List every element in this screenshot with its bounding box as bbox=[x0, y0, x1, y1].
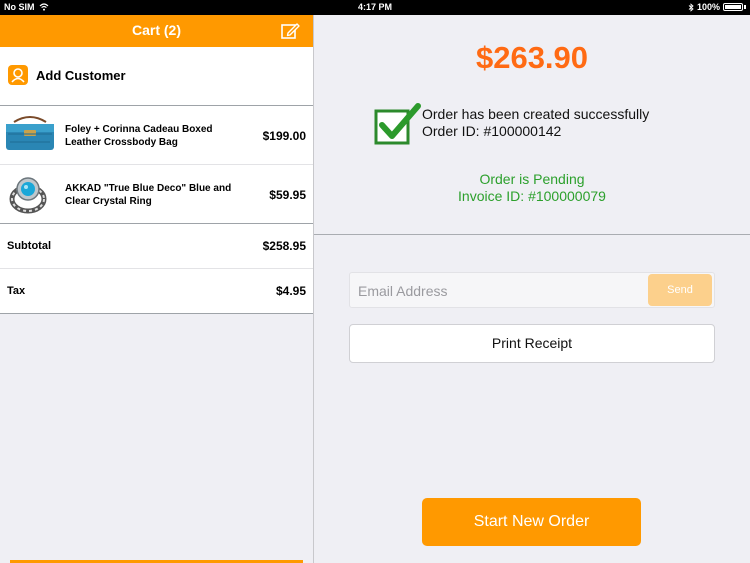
cart-totals: Subtotal $258.95 Tax $4.95 bbox=[0, 223, 313, 314]
status-bar: No SIM 4:17 PM 100% bbox=[0, 0, 750, 15]
item-price: $199.00 bbox=[262, 129, 306, 143]
start-new-order-button[interactable]: Start New Order bbox=[422, 498, 641, 546]
subtotal-row: Subtotal $258.95 bbox=[0, 224, 313, 268]
bluetooth-icon bbox=[688, 2, 694, 12]
item-price: $59.95 bbox=[269, 188, 306, 202]
battery-icon bbox=[723, 3, 743, 11]
tax-value: $4.95 bbox=[275, 284, 306, 298]
checkmark-icon bbox=[374, 103, 421, 145]
battery-percent: 100% bbox=[696, 2, 720, 12]
order-panel: $263.90 Order has been created successfu… bbox=[314, 15, 750, 563]
order-id: Order ID: #100000142 bbox=[422, 123, 562, 139]
item-name: AKKAD "True Blue Deco" Blue and Clear Cr… bbox=[65, 183, 232, 207]
subtotal-value: $258.95 bbox=[262, 239, 306, 253]
clock: 4:17 PM bbox=[357, 2, 392, 12]
add-customer-button[interactable]: Add Customer bbox=[0, 47, 313, 106]
ring-thumbnail bbox=[9, 177, 47, 214]
tax-row: Tax $4.95 bbox=[0, 268, 313, 313]
status-right: 100% bbox=[688, 2, 746, 12]
print-receipt-button[interactable]: Print Receipt bbox=[349, 324, 715, 363]
cart-item[interactable]: Foley + Corinna Cadeau Boxed Leather Cro… bbox=[0, 106, 313, 165]
cart-item[interactable]: AKKAD "True Blue Deco" Blue and Clear Cr… bbox=[0, 165, 313, 224]
subtotal-label: Subtotal bbox=[7, 240, 51, 252]
cart-items-list: Foley + Corinna Cadeau Boxed Leather Cro… bbox=[0, 106, 313, 224]
order-status: Order is Pending bbox=[479, 171, 585, 187]
cart-header: Cart (2) bbox=[0, 15, 313, 47]
email-receipt-field: Send bbox=[349, 272, 715, 309]
divider bbox=[314, 234, 750, 235]
cart-panel: Cart (2) Add Customer Foley + Corinna Ca… bbox=[0, 15, 314, 563]
order-total: $263.90 bbox=[475, 40, 589, 75]
order-status-block: Order is Pending Invoice ID: #100000079 bbox=[314, 171, 750, 205]
invoice-id: Invoice ID: #100000079 bbox=[458, 188, 606, 204]
cart-title: Cart (2) bbox=[131, 22, 181, 38]
battery-tip bbox=[744, 5, 746, 9]
success-message: Order has been created successfully bbox=[422, 106, 650, 122]
tax-label: Tax bbox=[7, 285, 26, 297]
customer-icon bbox=[8, 65, 28, 85]
success-message-block: Order has been created successfully Orde… bbox=[422, 106, 649, 140]
bag-thumbnail bbox=[6, 116, 54, 150]
add-customer-label: Add Customer bbox=[36, 68, 126, 83]
send-button[interactable]: Send bbox=[648, 274, 712, 306]
edit-icon[interactable] bbox=[280, 21, 300, 41]
email-input[interactable] bbox=[356, 273, 650, 309]
item-name: Foley + Corinna Cadeau Boxed Leather Cro… bbox=[65, 124, 213, 148]
